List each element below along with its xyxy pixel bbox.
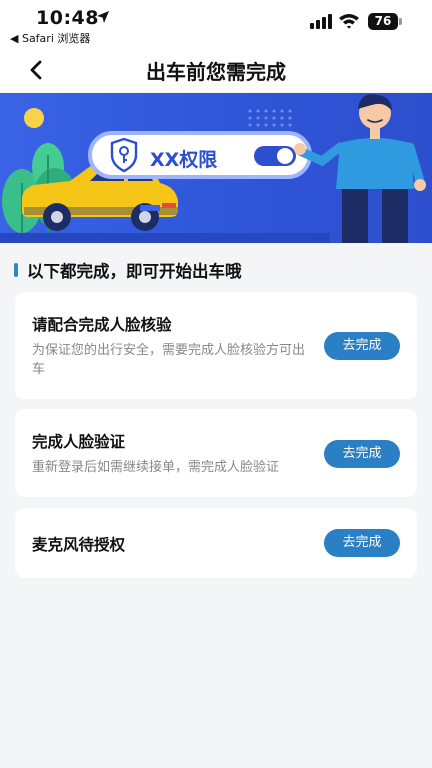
- section-title: 以下都完成，即可开始出车哦: [27, 262, 242, 281]
- authorize-microphone-button[interactable]: 去完成: [324, 529, 400, 557]
- person-illustration: [294, 94, 426, 243]
- cellular-signal-icon: [310, 14, 332, 29]
- task-title: 完成人脸验证: [32, 433, 126, 451]
- location-arrow-icon: [97, 11, 109, 23]
- battery-icon: 76: [368, 13, 398, 30]
- status-time: 10:48: [36, 7, 99, 29]
- status-bar: 10:48 ◀ Safari 浏览器 76: [0, 0, 432, 48]
- task-description: 重新登录后如需继续接单，需完成人脸验证: [32, 460, 280, 475]
- complete-face-check-button[interactable]: 去完成: [324, 332, 400, 360]
- task-card-face-check: 请配合完成人脸核验 为保证您的出行安全，需要完成人脸核验方可出车 去完成: [15, 292, 417, 399]
- permission-banner: XX权限: [0, 93, 432, 243]
- page-title: 出车前您需完成: [146, 60, 286, 84]
- section-accent-bar: [14, 263, 18, 277]
- task-title: 麦克风待授权: [32, 536, 126, 554]
- task-description: 为保证您的出行安全，需要完成人脸核验方可出车: [32, 343, 306, 377]
- battery-cap: [399, 18, 402, 25]
- back-chevron-icon[interactable]: [22, 56, 50, 84]
- permission-label: XX权限: [150, 149, 218, 171]
- section-header: 以下都完成，即可开始出车哦: [14, 258, 242, 282]
- sun-icon: [24, 108, 44, 128]
- nav-bar: 出车前您需完成: [0, 48, 432, 92]
- complete-face-verify-button[interactable]: 去完成: [324, 440, 400, 468]
- back-to-safari-link[interactable]: ◀ Safari 浏览器: [10, 30, 90, 46]
- task-title: 请配合完成人脸核验: [32, 316, 172, 334]
- wifi-icon: [339, 14, 359, 29]
- dots-decoration: [248, 109, 292, 127]
- task-card-microphone: 麦克风待授权 去完成: [15, 508, 417, 578]
- task-card-face-verify: 完成人脸验证 重新登录后如需继续接单，需完成人脸验证 去完成: [15, 409, 417, 497]
